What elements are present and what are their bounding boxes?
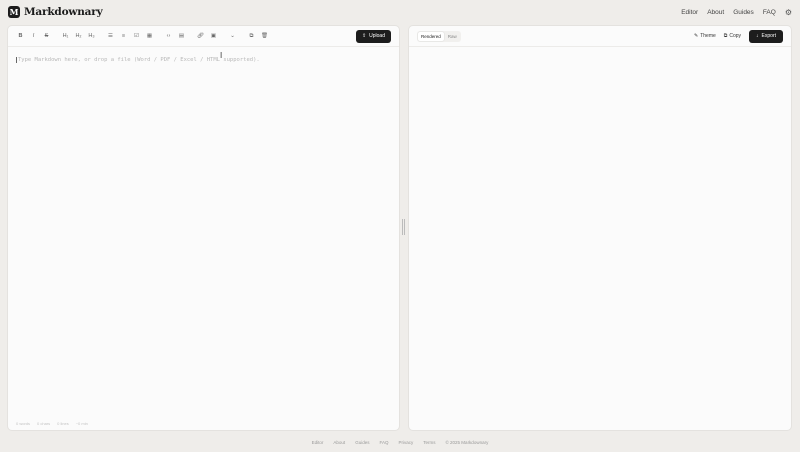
nav-guides-link[interactable]: Guides — [733, 9, 754, 16]
nav-editor-link[interactable]: Editor — [681, 9, 698, 16]
preview-panel: Rendered Raw ✎ Theme ⧉ Copy ↓ Export — [408, 25, 792, 431]
strikethrough-icon[interactable]: S — [42, 33, 51, 39]
brand-name[interactable]: Markdownary — [24, 6, 103, 18]
h2-icon[interactable]: H₂ — [74, 33, 83, 39]
preview-actions: ✎ Theme ⧉ Copy ↓ Export — [694, 29, 783, 43]
export-button[interactable]: ↓ Export — [749, 29, 783, 43]
h1-icon[interactable]: H₁ — [61, 33, 70, 39]
export-label: Export — [761, 33, 776, 39]
code-block-icon[interactable]: ▤ — [177, 33, 186, 39]
code-icon[interactable]: ‹› — [164, 33, 173, 39]
editor-textarea[interactable]: Type Markdown here, or drop a file (Word… — [16, 57, 260, 63]
footer: Editor About Guides FAQ Privacy Terms © … — [0, 440, 800, 445]
upload-button[interactable]: ⇪ Upload — [355, 29, 391, 43]
upload-icon: ⇪ — [361, 33, 367, 39]
top-navbar: M Markdownary Editor About Guides FAQ ⚙ — [0, 0, 800, 24]
char-count: 0 chars — [37, 421, 51, 426]
upload-label: Upload — [369, 33, 385, 39]
gear-icon[interactable]: ⚙ — [785, 8, 792, 17]
text-cursor-icon: I — [220, 51, 223, 60]
footer-link-privacy[interactable]: Privacy — [398, 440, 413, 445]
word-count: 0 words — [16, 421, 31, 426]
editor-toolbar: B I S H₁ H₂ H₃ ☰ ≡ ☑ ▦ ‹› ▤ 🔗︎ ▣ ⌄ ⧉ 🗑︎ … — [8, 26, 399, 47]
theme-label: Theme — [700, 33, 716, 39]
table-icon[interactable]: ▦ — [145, 33, 154, 39]
preview-toolbar: Rendered Raw ✎ Theme ⧉ Copy ↓ Export — [409, 26, 791, 47]
bold-icon[interactable]: B — [16, 33, 25, 39]
footer-link-terms[interactable]: Terms — [423, 440, 435, 445]
copy-icon[interactable]: ⧉ — [247, 33, 256, 40]
image-icon[interactable]: ▣ — [209, 33, 218, 39]
logo-icon[interactable]: M — [8, 6, 20, 18]
line-count: 0 lines — [57, 421, 69, 426]
raw-mode-tab[interactable]: Raw — [445, 32, 460, 41]
italic-icon[interactable]: I — [29, 33, 38, 39]
footer-link-editor[interactable]: Editor — [312, 440, 324, 445]
read-time: ~0 min — [75, 421, 88, 426]
nav-faq-link[interactable]: FAQ — [763, 9, 776, 16]
bullet-list-icon[interactable]: ☰ — [106, 33, 115, 39]
editor-stats: 0 words 0 chars 0 lines ~0 min — [16, 421, 88, 426]
copy-label: Copy — [729, 33, 742, 39]
panel-resize-handle[interactable] — [402, 219, 405, 235]
nav-about-link[interactable]: About — [707, 9, 724, 16]
footer-link-faq[interactable]: FAQ — [379, 440, 388, 445]
more-icon[interactable]: ⌄ — [228, 33, 237, 39]
trash-icon[interactable]: 🗑︎ — [260, 33, 269, 39]
rendered-mode-tab[interactable]: Rendered — [418, 31, 444, 41]
download-icon: ↓ — [756, 33, 759, 39]
task-list-icon[interactable]: ☑ — [132, 33, 141, 39]
theme-button[interactable]: ✎ Theme — [694, 33, 716, 39]
main-nav: Editor About Guides FAQ ⚙ — [681, 8, 792, 17]
palette-icon: ✎ — [694, 33, 699, 39]
view-mode-toggle: Rendered Raw — [417, 30, 461, 42]
numbered-list-icon[interactable]: ≡ — [119, 33, 128, 39]
copy-button[interactable]: ⧉ Copy — [724, 33, 741, 39]
footer-link-guides[interactable]: Guides — [355, 440, 369, 445]
copyright: © 2025 Markdownary — [445, 440, 489, 445]
h3-icon[interactable]: H₃ — [87, 33, 96, 39]
editor-panel: B I S H₁ H₂ H₃ ☰ ≡ ☑ ▦ ‹› ▤ 🔗︎ ▣ ⌄ ⧉ 🗑︎ … — [7, 25, 400, 431]
copy-icon: ⧉ — [723, 33, 728, 39]
footer-link-about[interactable]: About — [333, 440, 345, 445]
link-icon[interactable]: 🔗︎ — [196, 33, 205, 39]
